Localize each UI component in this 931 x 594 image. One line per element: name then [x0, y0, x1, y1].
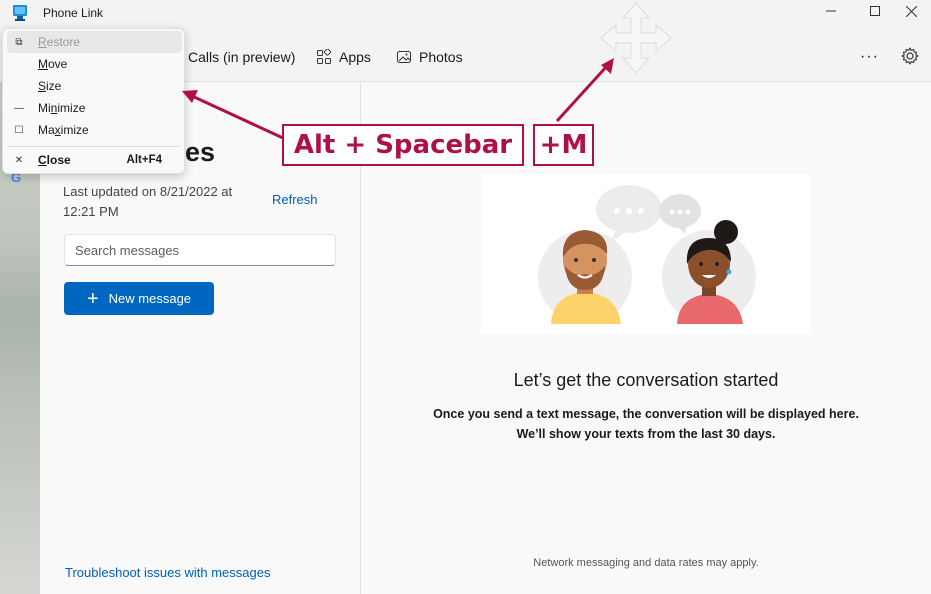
messages-title: es: [185, 137, 216, 167]
close-button[interactable]: [888, 0, 931, 22]
close-icon: [905, 5, 917, 17]
gear-icon[interactable]: [900, 46, 920, 66]
title-bar[interactable]: Phone Link: [0, 0, 931, 26]
maximize-icon: ☐: [14, 124, 24, 136]
nav-item-calls-label: Calls (in preview): [188, 49, 296, 65]
conversation-heading: Let’s get the conversation started: [513, 370, 779, 390]
nav-item-apps-label: Apps: [339, 49, 371, 65]
menu-item-maximize[interactable]: ☐ Maximize: [7, 119, 182, 141]
window-system-menu: ⧉ Restore Move Size — Minimize ☐ Maximiz…: [2, 28, 185, 174]
menu-separator: [7, 146, 180, 147]
nav-item-photos-label: Photos: [419, 49, 463, 65]
conversation-description-line1: Once you send a text message, the conver…: [433, 407, 859, 421]
more-options-button[interactable]: ···: [860, 48, 879, 66]
tab-photos[interactable]: Photos: [396, 49, 463, 65]
conversation-description: Once you send a text message, the conver…: [361, 404, 931, 444]
menu-item-size[interactable]: Size: [7, 75, 182, 97]
phone-link-window: Phone Link Calls (in preview) Apps Photo…: [0, 0, 931, 594]
menu-item-minimize[interactable]: — Minimize: [7, 97, 182, 119]
last-updated-text: Last updated on 8/21/2022 at 12:21 PM: [63, 184, 233, 219]
menu-item-close-label: Close: [38, 153, 71, 167]
close-icon: ✕: [14, 154, 24, 166]
photos-icon: [397, 51, 411, 63]
tab-calls[interactable]: Calls (in preview): [188, 49, 295, 65]
maximize-icon: [870, 6, 880, 16]
alt-spacebar-annotation: Alt + Spacebar: [282, 124, 524, 166]
menu-item-close[interactable]: ✕ Close Alt+F4: [7, 149, 182, 171]
menu-item-move[interactable]: Move: [7, 53, 182, 75]
data-rates-disclaimer: Network messaging and data rates may app…: [533, 557, 759, 569]
minimize-button[interactable]: [808, 0, 854, 22]
phone-link-app-icon: [13, 5, 27, 21]
move-key-annotation: +M: [533, 124, 594, 166]
close-shortcut: Alt+F4: [126, 154, 162, 166]
menu-item-minimize-label: Minimize: [38, 101, 86, 115]
tab-apps[interactable]: Apps: [316, 49, 371, 65]
search-messages-input[interactable]: [64, 234, 336, 266]
restore-icon: ⧉: [15, 36, 23, 48]
apps-grid-icon: [317, 49, 332, 64]
menu-item-restore[interactable]: ⧉ Restore: [7, 31, 182, 53]
troubleshoot-link[interactable]: Troubleshoot issues with messages: [65, 565, 270, 580]
refresh-link[interactable]: Refresh: [272, 192, 318, 207]
window-title: Phone Link: [43, 6, 104, 20]
new-message-button[interactable]: + New message: [64, 282, 214, 315]
conversation-description-line2: We’ll show your texts from the last 30 d…: [516, 427, 776, 441]
new-message-label: New message: [108, 291, 192, 306]
conversation-illustration: [481, 174, 811, 334]
minimize-icon: [826, 10, 836, 12]
menu-item-move-label: Move: [38, 57, 68, 71]
plus-icon: +: [86, 287, 99, 310]
menu-item-size-label: Size: [38, 79, 62, 93]
minimize-icon: —: [14, 102, 24, 114]
menu-item-restore-label: Restore: [38, 35, 81, 49]
menu-item-maximize-label: Maximize: [38, 123, 89, 137]
